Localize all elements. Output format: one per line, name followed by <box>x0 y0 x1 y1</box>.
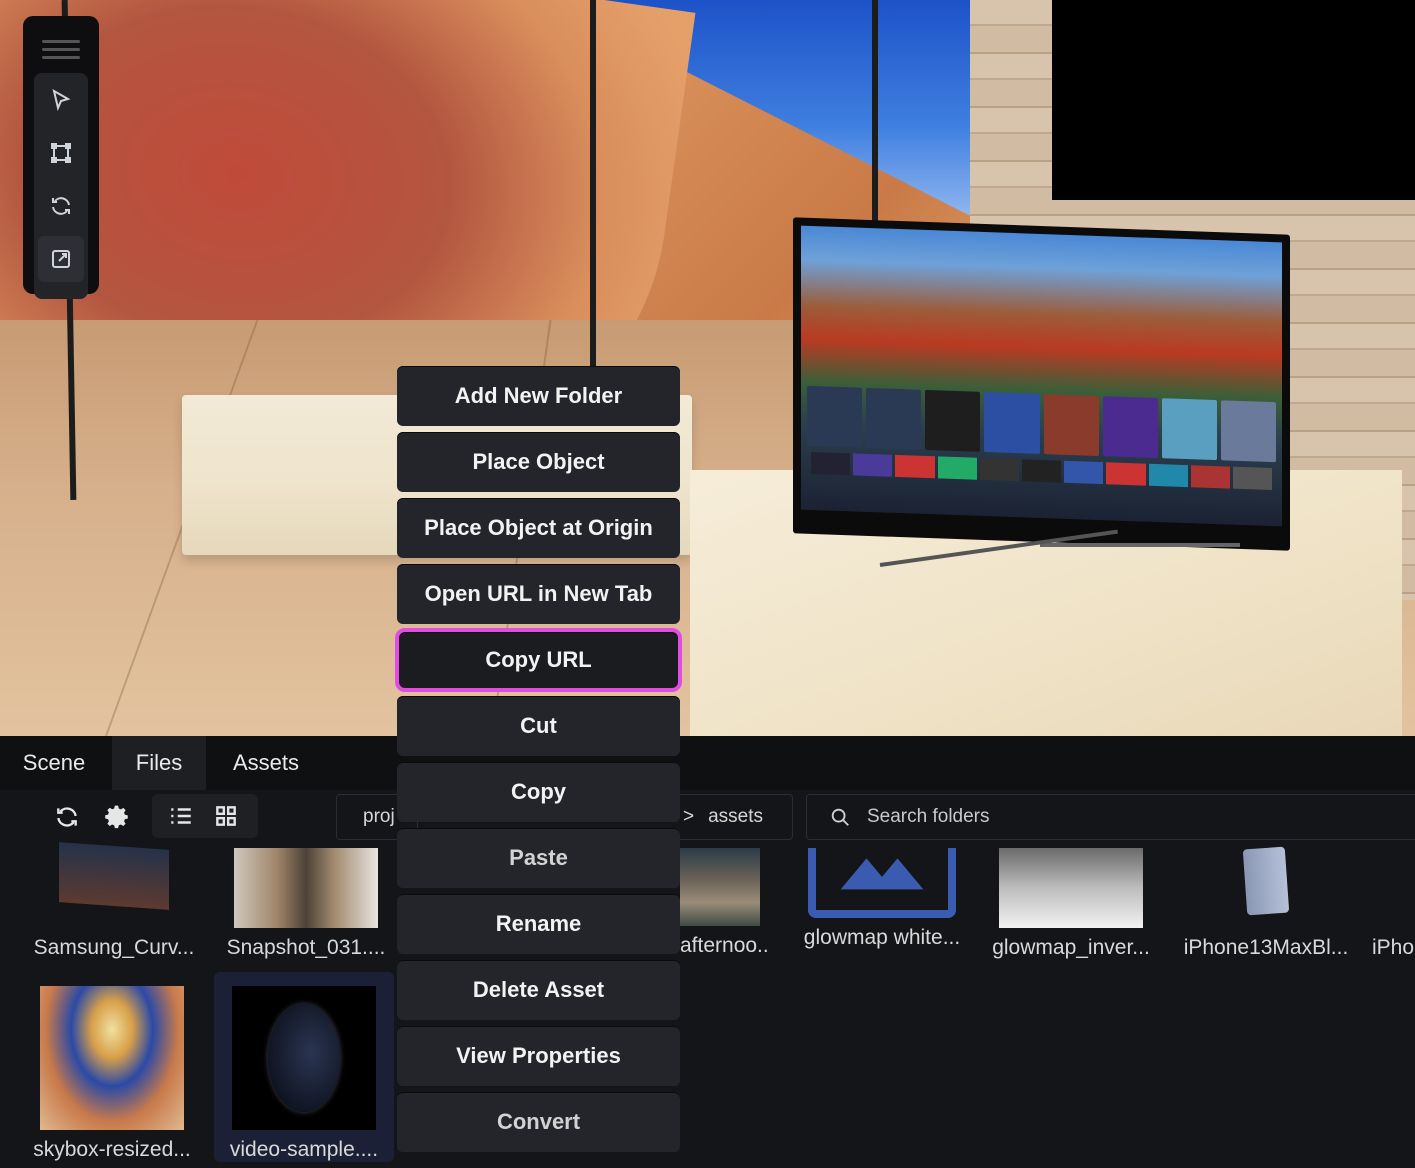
pole <box>590 0 596 372</box>
grid-view-icon <box>216 806 236 826</box>
file-thumbnail <box>59 842 169 910</box>
menu-item-place-object[interactable]: Place Object <box>397 432 680 492</box>
transform-toolbar <box>23 16 99 299</box>
file-thumbnail <box>234 848 378 928</box>
context-menu: Add New Folder Place Object Place Object… <box>395 366 682 1166</box>
file-item[interactable]: iPho <box>1372 842 1415 960</box>
file-item[interactable]: afternoo.. <box>680 842 768 958</box>
file-item-selected[interactable]: video-sample.... <box>214 972 394 1162</box>
refresh-icon <box>57 807 77 827</box>
file-toolbar: proj > assets <box>0 790 1415 842</box>
menu-item-copy[interactable]: Copy <box>397 762 680 822</box>
file-label: afternoo.. <box>680 934 768 957</box>
menu-item-view-properties[interactable]: View Properties <box>397 1026 680 1086</box>
view-toggle <box>152 794 258 838</box>
breadcrumb-assets[interactable]: assets <box>708 806 763 828</box>
menu-item-cut[interactable]: Cut <box>397 696 680 756</box>
file-thumbnail <box>999 848 1143 928</box>
file-label: video-sample.... <box>229 1138 379 1161</box>
scale-icon <box>52 250 70 268</box>
breadcrumb-tail[interactable]: > assets <box>672 794 793 840</box>
tab-assets[interactable]: Assets <box>210 736 322 790</box>
grid-view-button[interactable] <box>209 799 243 833</box>
menu-item-open-url-new-tab[interactable]: Open URL in New Tab <box>397 564 680 624</box>
tool-group <box>34 73 88 299</box>
gear-icon <box>105 805 128 829</box>
menu-item-place-object-at-origin[interactable]: Place Object at Origin <box>397 498 680 558</box>
menu-item-paste[interactable]: Paste <box>397 828 680 888</box>
file-label: iPho <box>1372 936 1415 959</box>
file-item[interactable]: skybox-resized... <box>22 976 202 1162</box>
tv-stand <box>879 529 1240 585</box>
file-thumbnail <box>1242 846 1290 916</box>
menu-item-rename[interactable]: Rename <box>397 894 680 954</box>
file-item[interactable]: Samsung_Curv... <box>24 842 204 960</box>
bounding-box-icon <box>51 143 71 163</box>
file-thumbnail <box>40 986 184 1130</box>
rotate-tool-button[interactable] <box>38 183 84 229</box>
file-thumbnail <box>232 986 376 1130</box>
search-box <box>806 794 1415 840</box>
refresh-button[interactable] <box>50 800 84 834</box>
file-item[interactable]: Snapshot_031.... <box>216 842 396 960</box>
tv-screen <box>801 225 1282 527</box>
file-grid: Samsung_Curv... Snapshot_031.... afterno… <box>0 842 1415 1168</box>
bounds-tool-button[interactable] <box>38 130 84 176</box>
file-thumbnail <box>680 848 760 926</box>
file-label: skybox-resized... <box>33 1138 191 1161</box>
breadcrumb-root[interactable]: proj <box>363 806 395 828</box>
settings-button[interactable] <box>101 800 135 834</box>
file-item[interactable]: glowmap white... <box>792 842 972 950</box>
tab-scene[interactable]: Scene <box>0 736 108 790</box>
file-label: Samsung_Curv... <box>33 936 195 959</box>
search-input[interactable] <box>865 805 1269 829</box>
select-arrow-icon <box>52 88 71 112</box>
file-label: iPhone13MaxBl... <box>1183 936 1349 959</box>
pole <box>872 0 878 230</box>
menu-item-add-new-folder[interactable]: Add New Folder <box>397 366 680 426</box>
file-item[interactable]: glowmap_inver... <box>981 842 1161 960</box>
drag-handle-icon[interactable] <box>42 40 80 60</box>
file-label: glowmap_inver... <box>992 936 1150 959</box>
search-icon <box>831 808 849 826</box>
file-label: glowmap white... <box>803 926 961 949</box>
tab-files[interactable]: Files <box>112 736 206 790</box>
menu-item-delete-asset[interactable]: Delete Asset <box>397 960 680 1020</box>
rotate-icon <box>52 197 70 215</box>
panel-tabs: Scene Files Assets <box>0 736 1415 790</box>
scale-tool-button[interactable] <box>38 236 84 282</box>
scene-viewport[interactable] <box>0 0 1415 736</box>
file-item[interactable]: iPhone13MaxBl... <box>1176 842 1356 960</box>
black-panel <box>1052 0 1415 200</box>
select-tool-button[interactable] <box>38 77 84 123</box>
breadcrumb-separator: > <box>683 806 695 827</box>
tv-object[interactable] <box>793 217 1290 551</box>
file-label: Snapshot_031.... <box>226 936 386 959</box>
menu-item-convert[interactable]: Convert <box>397 1092 680 1152</box>
menu-item-copy-url[interactable]: Copy URL <box>395 628 682 692</box>
list-view-icon <box>171 808 191 824</box>
list-view-button[interactable] <box>164 799 198 833</box>
image-placeholder-icon <box>808 848 956 918</box>
